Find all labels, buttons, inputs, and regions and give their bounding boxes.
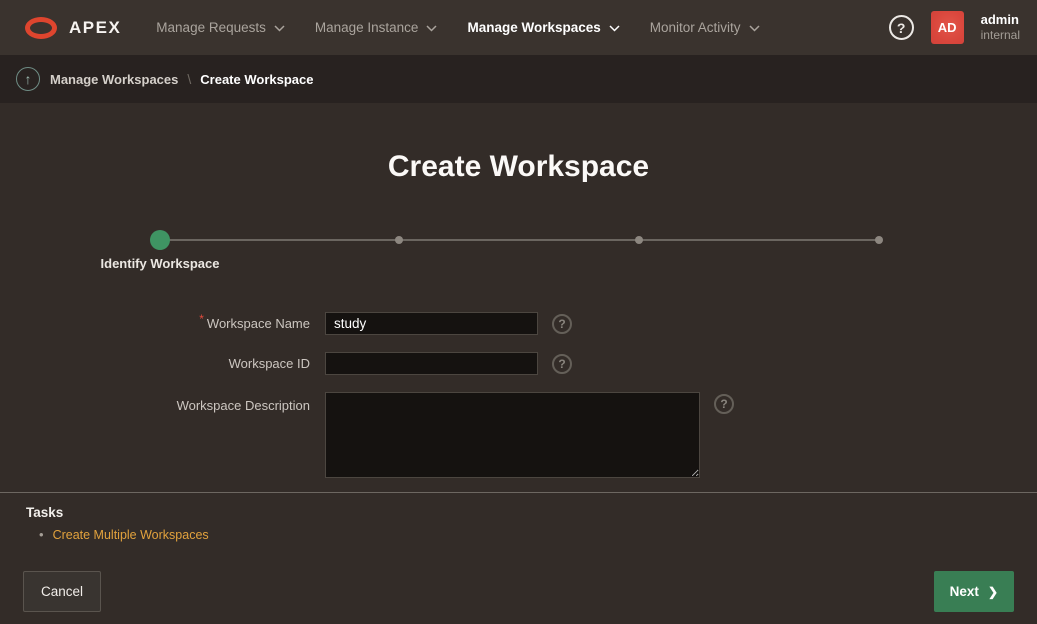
workspace-description-help-icon[interactable]: ?: [714, 394, 734, 414]
bullet-icon: •: [39, 527, 44, 542]
nav-monitor-activity[interactable]: Monitor Activity: [635, 0, 775, 55]
workspace-name-label: *Workspace Name: [0, 316, 310, 331]
top-navbar: APEX Manage Requests Manage Instance Man…: [0, 0, 1037, 55]
navbar-right: ? AD admin internal: [889, 11, 1020, 44]
wizard-current-step-label: Identify Workspace: [101, 256, 220, 271]
chevron-down-icon: [274, 25, 285, 32]
workspace-id-help-icon[interactable]: ?: [552, 354, 572, 374]
wizard-step-4-dot: [875, 236, 883, 244]
apex-admin-screen: APEX Manage Requests Manage Instance Man…: [0, 0, 1037, 624]
nav-manage-workspaces[interactable]: Manage Workspaces: [452, 0, 634, 55]
oracle-logo-icon: [25, 17, 57, 39]
nav-label: Manage Workspaces: [467, 20, 600, 35]
tasks-list: • Create Multiple Workspaces: [26, 527, 1011, 542]
chevron-down-icon: [426, 25, 437, 32]
label-text: Workspace Description: [177, 398, 310, 413]
next-label: Next: [950, 584, 979, 599]
help-icon[interactable]: ?: [889, 15, 914, 40]
workspace-name-help-icon[interactable]: ?: [552, 314, 572, 334]
breadcrumb-parent[interactable]: Manage Workspaces: [50, 72, 178, 87]
brand-apex: APEX: [69, 18, 121, 38]
chevron-down-icon: [609, 25, 620, 32]
tasks-region: Tasks • Create Multiple Workspaces: [0, 492, 1037, 556]
wizard-step-3-dot: [635, 236, 643, 244]
field-row-workspace-id: Workspace ID ?: [0, 352, 572, 375]
user-avatar[interactable]: AD: [931, 11, 964, 44]
user-info: admin internal: [981, 12, 1020, 43]
wizard-step-2-dot: [395, 236, 403, 244]
nav-label: Manage Instance: [315, 20, 419, 35]
user-name: admin: [981, 12, 1020, 28]
field-row-workspace-description: Workspace Description ?: [0, 392, 734, 478]
chevron-right-icon: ❯: [988, 585, 998, 599]
next-button[interactable]: Next ❯: [934, 571, 1014, 612]
field-row-workspace-name: *Workspace Name ?: [0, 312, 572, 335]
required-marker: *: [199, 312, 204, 326]
workspace-description-label: Workspace Description: [0, 392, 310, 413]
workspace-name-input[interactable]: [325, 312, 538, 335]
wizard-step-1-dot: [150, 230, 170, 250]
page-title: Create Workspace: [0, 150, 1037, 184]
up-arrow-icon[interactable]: ↑: [16, 67, 40, 91]
main-nav: Manage Requests Manage Instance Manage W…: [141, 0, 774, 55]
workspace-id-label: Workspace ID: [0, 356, 310, 371]
workspace-description-textarea[interactable]: [325, 392, 700, 478]
create-multiple-workspaces-link[interactable]: Create Multiple Workspaces: [53, 528, 209, 542]
wizard-progress-track: [160, 239, 880, 241]
breadcrumb: ↑ Manage Workspaces \ Create Workspace: [0, 55, 1037, 103]
tasks-title: Tasks: [26, 505, 1011, 520]
workspace-id-input[interactable]: [325, 352, 538, 375]
label-text: Workspace ID: [229, 356, 310, 371]
chevron-down-icon: [749, 25, 760, 32]
wizard-footer: Cancel Next ❯: [0, 556, 1037, 624]
label-text: Workspace Name: [207, 316, 310, 331]
list-item: • Create Multiple Workspaces: [26, 527, 1011, 542]
breadcrumb-current: Create Workspace: [200, 72, 313, 87]
user-realm: internal: [981, 28, 1020, 43]
nav-label: Manage Requests: [156, 20, 266, 35]
nav-label: Monitor Activity: [650, 20, 741, 35]
wizard-body: Create Workspace Identify Workspace *Wor…: [0, 103, 1037, 492]
cancel-button[interactable]: Cancel: [23, 571, 101, 612]
nav-manage-instance[interactable]: Manage Instance: [300, 0, 453, 55]
nav-manage-requests[interactable]: Manage Requests: [141, 0, 300, 55]
breadcrumb-separator: \: [187, 71, 191, 87]
